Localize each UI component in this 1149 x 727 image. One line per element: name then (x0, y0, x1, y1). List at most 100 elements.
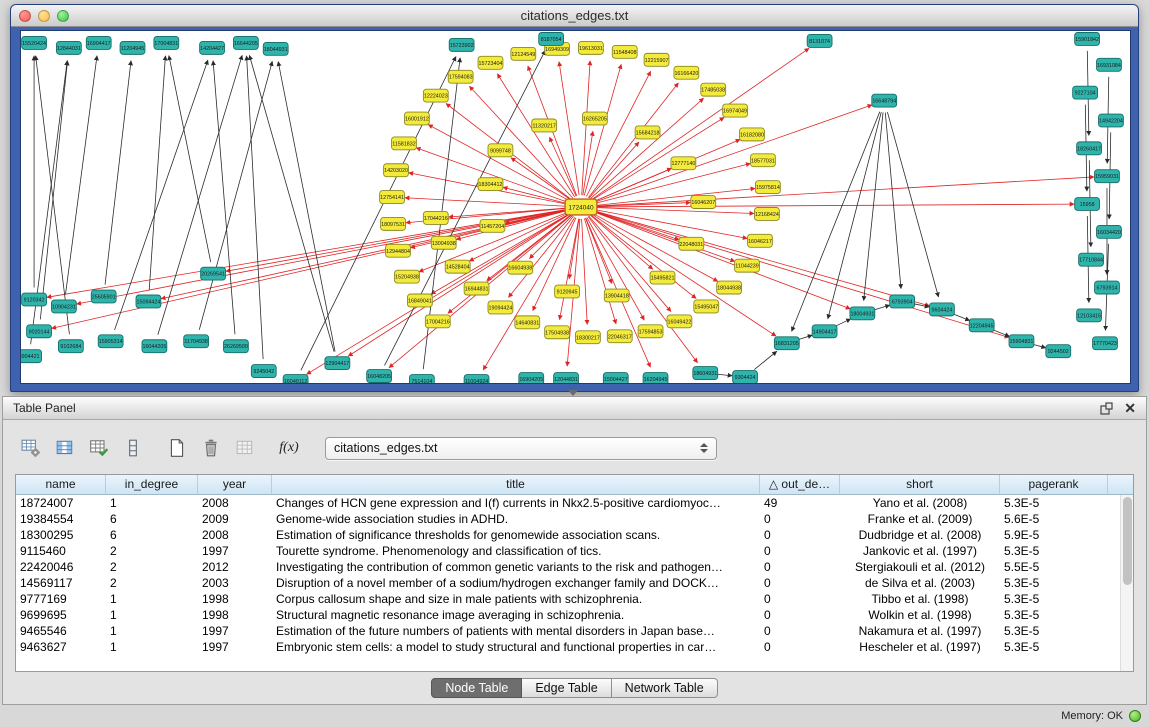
zoom-window-button[interactable] (57, 10, 69, 22)
graph-node[interactable]: 22046317 (607, 330, 632, 343)
graph-node[interactable]: 11204945 (120, 41, 145, 54)
graph-node[interactable]: 17594083 (448, 70, 473, 83)
graph-node[interactable]: 16648794 (872, 94, 897, 107)
table-row[interactable]: 2242004622012Investigating the contribut… (16, 559, 1133, 575)
graph-node[interactable]: 16831205 (774, 337, 799, 350)
graph-node[interactable]: 12215907 (644, 53, 669, 66)
column-header-in_degree[interactable]: in_degree (106, 475, 198, 495)
table-row[interactable]: 1938455462009Genome-wide association stu… (16, 511, 1133, 527)
graph-node[interactable]: 17594853 (638, 325, 663, 338)
graph-node[interactable]: 12204945 (969, 319, 994, 332)
table-row[interactable]: 1456911722003Disruption of a novel membe… (16, 575, 1133, 591)
table-row[interactable]: 1872400712008Changes of HCN gene express… (16, 495, 1133, 511)
close-window-button[interactable] (19, 10, 31, 22)
graph-node[interactable]: 18304412 (478, 178, 503, 191)
graph-node[interactable]: 18004931 (850, 307, 875, 320)
table-settings-button[interactable] (17, 435, 45, 461)
close-panel-icon[interactable]: ✕ (1124, 401, 1136, 415)
graph-node[interactable]: 16049422 (667, 315, 692, 328)
graph-node[interactable]: 18604931 (693, 367, 718, 380)
graph-node[interactable]: 6793914 (1095, 281, 1120, 294)
select-rows-button[interactable] (119, 435, 147, 461)
tab-network-table[interactable]: Network Table (612, 678, 718, 698)
graph-svg[interactable]: 1724040127541411420302011581832160019121… (20, 30, 1131, 384)
graph-node[interactable]: 15904831 (1009, 335, 1034, 348)
graph-node[interactable]: 16044205 (142, 340, 167, 353)
graph-node[interactable]: 16049112 (283, 375, 308, 384)
tab-node-table[interactable]: Node Table (431, 678, 522, 698)
graph-node[interactable]: 17044216 (423, 211, 448, 224)
graph-node[interactable]: 16166420 (674, 66, 699, 79)
graph-node[interactable]: 15905314 (98, 335, 123, 348)
column-header-title[interactable]: title (272, 475, 760, 495)
memory-indicator[interactable] (1129, 710, 1141, 722)
graph-node[interactable]: 12754141 (380, 191, 405, 204)
graph-node[interactable]: 17770423 (1093, 337, 1118, 350)
column-header-out_de[interactable]: △ out_de… (760, 475, 840, 495)
float-panel-icon[interactable] (1098, 401, 1114, 415)
graph-node[interactable]: 16944831 (464, 282, 489, 295)
graph-node[interactable]: 12904417 (325, 357, 350, 370)
tab-edge-table[interactable]: Edge Table (522, 678, 611, 698)
graph-node[interactable]: 17710844 (1079, 253, 1104, 266)
graph-node[interactable]: 15958 (1075, 198, 1100, 211)
graph-node[interactable]: 11548408 (612, 45, 637, 58)
graph-node[interactable]: 9245042 (251, 365, 276, 378)
graph-node[interactable]: 12944804 (386, 244, 411, 257)
graph-node[interactable]: 14203020 (384, 164, 409, 177)
column-header-year[interactable]: year (198, 475, 272, 495)
graph-node[interactable]: 18097531 (381, 217, 406, 230)
graph-node[interactable]: 11457204 (480, 219, 505, 232)
graph-node[interactable]: 15959031 (1095, 170, 1120, 183)
graph-node[interactable]: 17004216 (425, 315, 450, 328)
table-row[interactable]: 977716911998Corpus callosum shape and si… (16, 591, 1133, 607)
graph-node[interactable]: 11704938 (184, 335, 209, 348)
graph-node[interactable]: 16974049 (723, 104, 748, 117)
graph-node[interactable]: 20269541 (201, 267, 226, 280)
graph-node[interactable]: 14204427 (200, 41, 225, 54)
graph-node[interactable]: 12844031 (56, 41, 81, 54)
graph-node[interactable]: 9604424 (929, 303, 954, 316)
graph-node[interactable]: 8187054 (539, 32, 564, 45)
import-table-button[interactable] (85, 435, 113, 461)
graph-node[interactable]: 15094424 (136, 295, 161, 308)
graph-node[interactable]: 16644205 (233, 36, 258, 49)
table-selector-dropdown[interactable]: citations_edges.txt (325, 437, 717, 460)
graph-node[interactable]: 18260417 (1077, 142, 1102, 155)
graph-node[interactable]: 11044239 (735, 259, 760, 272)
graph-node[interactable]: 14904417 (812, 325, 837, 338)
graph-node[interactable]: 10904231 (51, 300, 76, 313)
graph-node[interactable]: 15495047 (694, 300, 719, 313)
graph-node[interactable]: 25605901 (91, 290, 116, 303)
graph-node[interactable]: 9120342 (22, 293, 47, 306)
merge-table-button-disabled[interactable] (231, 435, 259, 461)
graph-node[interactable]: 16034420 (1097, 225, 1122, 238)
column-header-short[interactable]: short (840, 475, 1000, 495)
select-columns-button[interactable] (51, 435, 79, 461)
graph-node[interactable]: 16046207 (691, 196, 716, 209)
graph-node[interactable]: 17004831 (154, 36, 179, 49)
graph-node[interactable]: 16204945 (643, 373, 668, 384)
graph-node[interactable]: 7514104 (409, 375, 434, 384)
graph-node[interactable]: 17504938 (545, 326, 570, 339)
graph-node[interactable]: 22048031 (679, 237, 704, 250)
graph-node[interactable]: 16001912 (404, 112, 429, 125)
graph-node[interactable]: 15204938 (395, 270, 420, 283)
new-document-button[interactable] (163, 435, 191, 461)
graph-node[interactable]: 12777140 (671, 157, 696, 170)
graph-node[interactable]: 19613031 (578, 41, 603, 54)
graph-node[interactable]: 9020144 (27, 325, 52, 338)
scrollbar-thumb[interactable] (1123, 497, 1132, 585)
graph-node[interactable]: 18044931 (263, 42, 288, 55)
graph-node[interactable]: 12224023 (423, 89, 448, 102)
graph-node[interactable]: 15723902 (449, 38, 474, 51)
graph-node[interactable]: 16604938 (508, 261, 533, 274)
graph-node[interactable]: 18300217 (576, 331, 601, 344)
minimize-window-button[interactable] (38, 10, 50, 22)
graph-node[interactable]: 18577031 (751, 154, 776, 167)
graph-node[interactable]: 15684218 (635, 126, 660, 139)
graph-hub-node[interactable]: 1724040 (565, 199, 597, 215)
graph-node[interactable]: 26269500 (224, 340, 249, 353)
graph-node[interactable]: 15901842 (1075, 32, 1100, 45)
graph-node[interactable]: 9102684 (58, 340, 83, 353)
